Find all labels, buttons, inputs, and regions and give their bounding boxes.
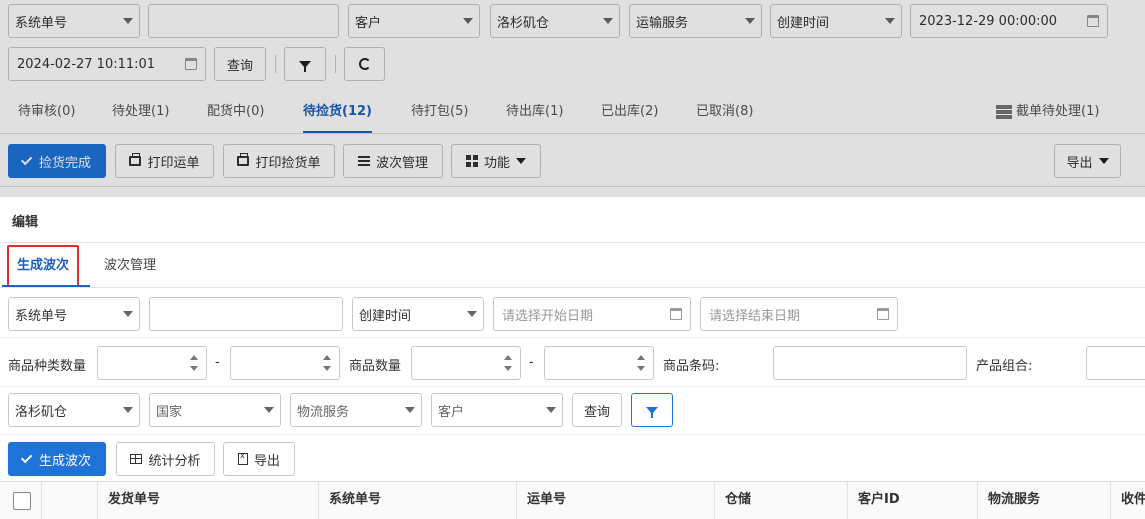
chevron-down-icon[interactable] [190,366,198,371]
calendar-icon [877,308,889,320]
modal-header-divider [0,242,1145,243]
chevron-down-icon [123,407,133,413]
wave-start-date-placeholder: 请选择开始日期 [502,308,594,324]
table-icon [130,454,143,464]
calendar-icon [670,308,682,320]
wave-order-type-value: 系统单号 [15,308,68,324]
barcode-input[interactable] [773,346,967,380]
chevron-down-icon[interactable] [637,366,645,371]
column-header-blank [41,482,97,519]
chevron-up-icon[interactable] [323,355,331,360]
tab-generate-wave[interactable]: 生成波次 [7,245,80,287]
wave-table-header: 发货单号 系统单号 运单号 仓储 客户ID 物流服务 收件 [0,481,1145,519]
wave-logistics-value: 物流服务 [297,404,350,420]
chevron-down-icon[interactable] [504,366,512,371]
column-header-warehouse[interactable]: 仓储 [714,482,847,519]
chevron-down-icon [264,407,274,413]
range-dash: - [529,355,534,370]
range-dash: - [215,355,220,370]
modal-backdrop[interactable] [0,0,1145,197]
generate-wave-button[interactable]: 生成波次 [8,442,106,476]
column-header-recipient[interactable]: 收件 [1110,482,1145,519]
modal-title: 编辑 [12,215,39,230]
qty-label: 商品数量 [349,359,402,374]
edit-modal: 编辑 生成波次 波次管理 系统单号 创建时间 请选择开始日期 请选择结束日期 商… [0,197,1145,519]
qty-min-stepper[interactable] [411,346,521,380]
wave-export-label: 导出 [253,453,280,469]
wave-export-button[interactable]: 导出 [223,442,295,476]
chevron-down-icon[interactable] [323,366,331,371]
wave-filter-button[interactable] [631,393,673,427]
wave-start-date-input[interactable]: 请选择开始日期 [493,297,691,331]
wave-time-type-value: 创建时间 [359,308,412,324]
wave-order-number-input[interactable] [149,297,343,331]
row-divider [0,386,1145,387]
chevron-up-icon[interactable] [504,355,512,360]
wave-order-type-select[interactable]: 系统单号 [8,297,140,331]
column-header-customer-id[interactable]: 客户ID [847,482,977,519]
excel-file-icon [237,451,248,465]
chevron-down-icon [546,407,556,413]
wave-time-type-select[interactable]: 创建时间 [352,297,484,331]
row-divider [0,337,1145,338]
generate-wave-label: 生成波次 [38,453,91,469]
wave-warehouse-value: 洛杉矶仓 [15,404,68,420]
product-combo-input[interactable] [1086,346,1145,380]
wave-logistics-select[interactable]: 物流服务 [290,393,422,427]
select-all-checkbox[interactable] [13,492,31,510]
wave-query-label: 查询 [583,404,610,420]
qty-max-stepper[interactable] [544,346,654,380]
wave-warehouse-select[interactable]: 洛杉矶仓 [8,393,140,427]
sku-kinds-max-stepper[interactable] [230,346,340,380]
wave-end-date-placeholder: 请选择结束日期 [709,308,801,324]
check-icon [20,451,33,464]
chevron-down-icon [123,311,133,317]
wave-country-value: 国家 [156,404,183,420]
column-header-system-no[interactable]: 系统单号 [318,482,516,519]
wave-country-select[interactable]: 国家 [149,393,281,427]
column-header-tracking-no[interactable]: 运单号 [516,482,714,519]
wave-customer-select[interactable]: 客户 [431,393,563,427]
chevron-down-icon [467,311,477,317]
sku-kinds-label: 商品种类数量 [8,359,87,374]
barcode-label: 商品条码: [663,359,720,374]
chevron-up-icon[interactable] [637,355,645,360]
column-header-logistics[interactable]: 物流服务 [977,482,1110,519]
stats-analysis-label: 统计分析 [148,453,201,469]
modal-tabs-divider [0,287,1145,288]
filter-icon [646,406,658,418]
chevron-down-icon [405,407,415,413]
row-divider [0,434,1145,435]
tab-wave-manage[interactable]: 波次管理 [104,247,156,285]
stats-analysis-button[interactable]: 统计分析 [116,442,215,476]
wave-customer-value: 客户 [438,404,465,420]
product-combo-label: 产品组合: [976,359,1033,374]
wave-end-date-input[interactable]: 请选择结束日期 [700,297,898,331]
chevron-up-icon[interactable] [190,355,198,360]
column-header-shipment-no[interactable]: 发货单号 [97,482,318,519]
wave-query-button[interactable]: 查询 [572,393,622,427]
sku-kinds-min-stepper[interactable] [97,346,207,380]
